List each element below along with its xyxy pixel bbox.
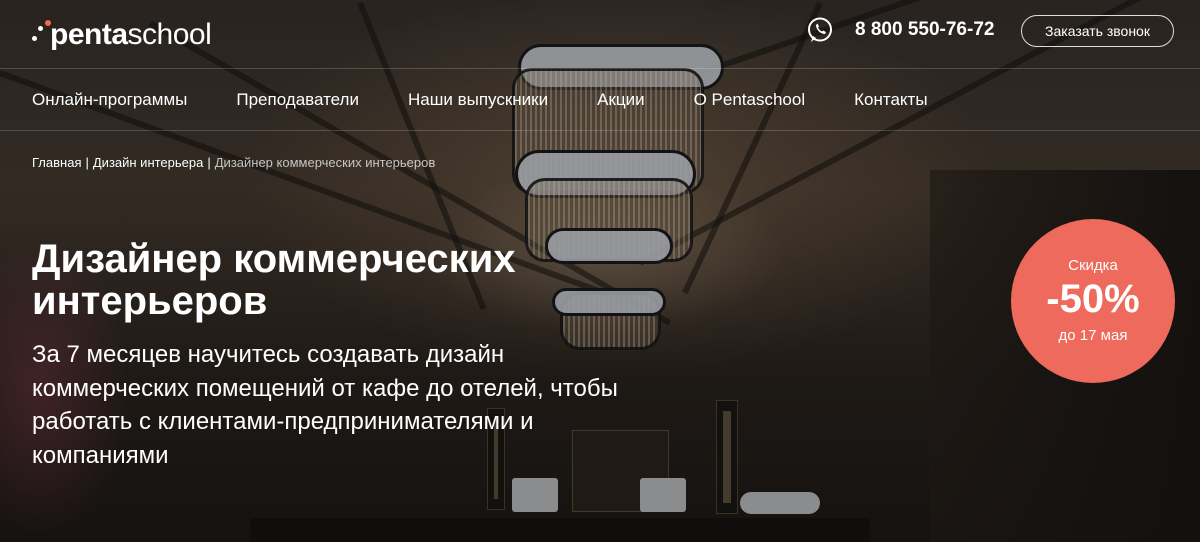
discount-until: до 17 мая	[1058, 327, 1128, 344]
hero-subtitle: За 7 месяцев научитесь создавать дизайн …	[32, 341, 618, 469]
whatsapp-icon[interactable]	[806, 16, 834, 44]
nav-item-about[interactable]: О Pentaschool	[694, 90, 806, 110]
pentaschool-logo[interactable]: pentaschool	[32, 18, 212, 52]
logo-text-light: school	[127, 18, 212, 51]
nav-item-promotions[interactable]: Акции	[597, 90, 645, 110]
breadcrumb-current: Дизайнер коммерческих интерьеров	[214, 155, 436, 170]
discount-badge: Скидка -50% до 17 мая	[1011, 219, 1175, 383]
logo-text-bold: penta	[50, 18, 128, 51]
discount-label: Скидка	[1068, 257, 1118, 274]
page-title: Дизайнер коммерческих интерьеров	[32, 237, 516, 323]
nav-divider	[0, 130, 1200, 131]
nav-item-online-programs[interactable]: Онлайн-программы	[32, 90, 187, 110]
breadcrumb-section-link[interactable]: Дизайн интерьера	[93, 155, 203, 170]
breadcrumb: Главная | Дизайн интерьера | Дизайнер коммер…	[32, 155, 435, 170]
nav-item-contacts[interactable]: Контакты	[854, 90, 927, 110]
main-nav: Онлайн-программы Преподаватели Наши выпу…	[32, 90, 977, 110]
logo-dots-icon	[32, 18, 56, 48]
top-bar: pentaschool 8 800 550-76-72 Заказать зво…	[0, 0, 1200, 69]
phone-number[interactable]: 8 800 550-76-72	[855, 19, 994, 41]
breadcrumb-home-link[interactable]: Главная	[32, 155, 81, 170]
nav-item-graduates[interactable]: Наши выпускники	[408, 90, 548, 110]
callback-button[interactable]: Заказать звонок	[1021, 15, 1174, 47]
breadcrumb-separator: |	[207, 155, 211, 170]
nav-item-teachers[interactable]: Преподаватели	[236, 90, 359, 110]
discount-value: -50%	[1046, 277, 1140, 321]
breadcrumb-separator: |	[85, 155, 89, 170]
